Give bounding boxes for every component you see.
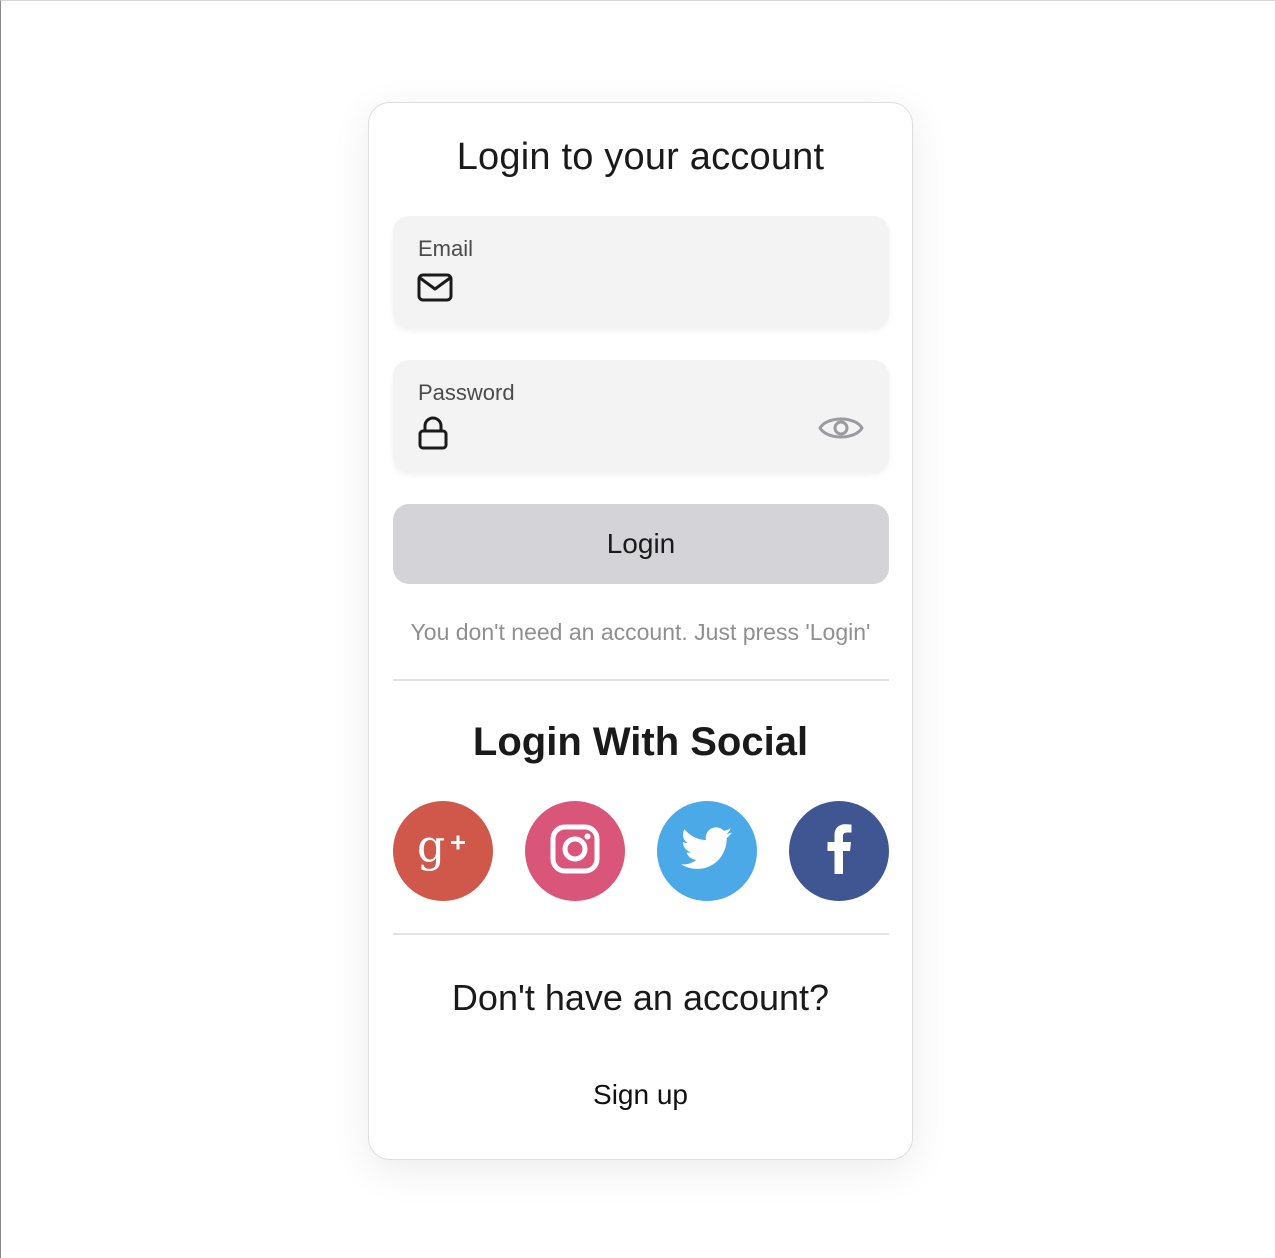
password-label: Password [418, 380, 515, 405]
password-input[interactable] [465, 412, 809, 452]
divider [393, 933, 889, 935]
social-buttons: g [393, 801, 889, 901]
email-label: Email [418, 236, 474, 261]
no-account-text: Don't have an account? [451, 977, 830, 1018]
login-hint: You don't need an account. Just press 'L… [410, 619, 871, 645]
facebook-icon [824, 823, 854, 879]
page-title: Login to your account [456, 136, 825, 178]
svg-text:g: g [417, 821, 445, 872]
login-button[interactable]: Login [393, 504, 889, 584]
eye-icon[interactable] [817, 408, 865, 448]
google-plus-button[interactable]: g [393, 801, 493, 901]
signup-link-label[interactable]: Sign up [593, 1079, 688, 1110]
divider [393, 679, 889, 681]
login-card: Login to your account Email Password Log… [368, 102, 913, 1160]
email-field[interactable]: Email [393, 216, 889, 328]
social-title: Login With Social [472, 720, 809, 764]
password-field[interactable]: Password [393, 360, 889, 472]
lock-icon [417, 416, 453, 450]
google-plus-icon: g [413, 819, 473, 884]
instagram-icon [549, 823, 601, 880]
page: Login to your account Email Password Log… [0, 0, 1275, 1258]
twitter-button[interactable] [657, 801, 757, 901]
signup-link[interactable]: Sign up [369, 1079, 912, 1111]
twitter-icon [681, 826, 733, 877]
mail-icon [417, 272, 453, 304]
instagram-button[interactable] [525, 801, 625, 901]
facebook-button[interactable] [789, 801, 889, 901]
email-input[interactable] [465, 268, 809, 308]
